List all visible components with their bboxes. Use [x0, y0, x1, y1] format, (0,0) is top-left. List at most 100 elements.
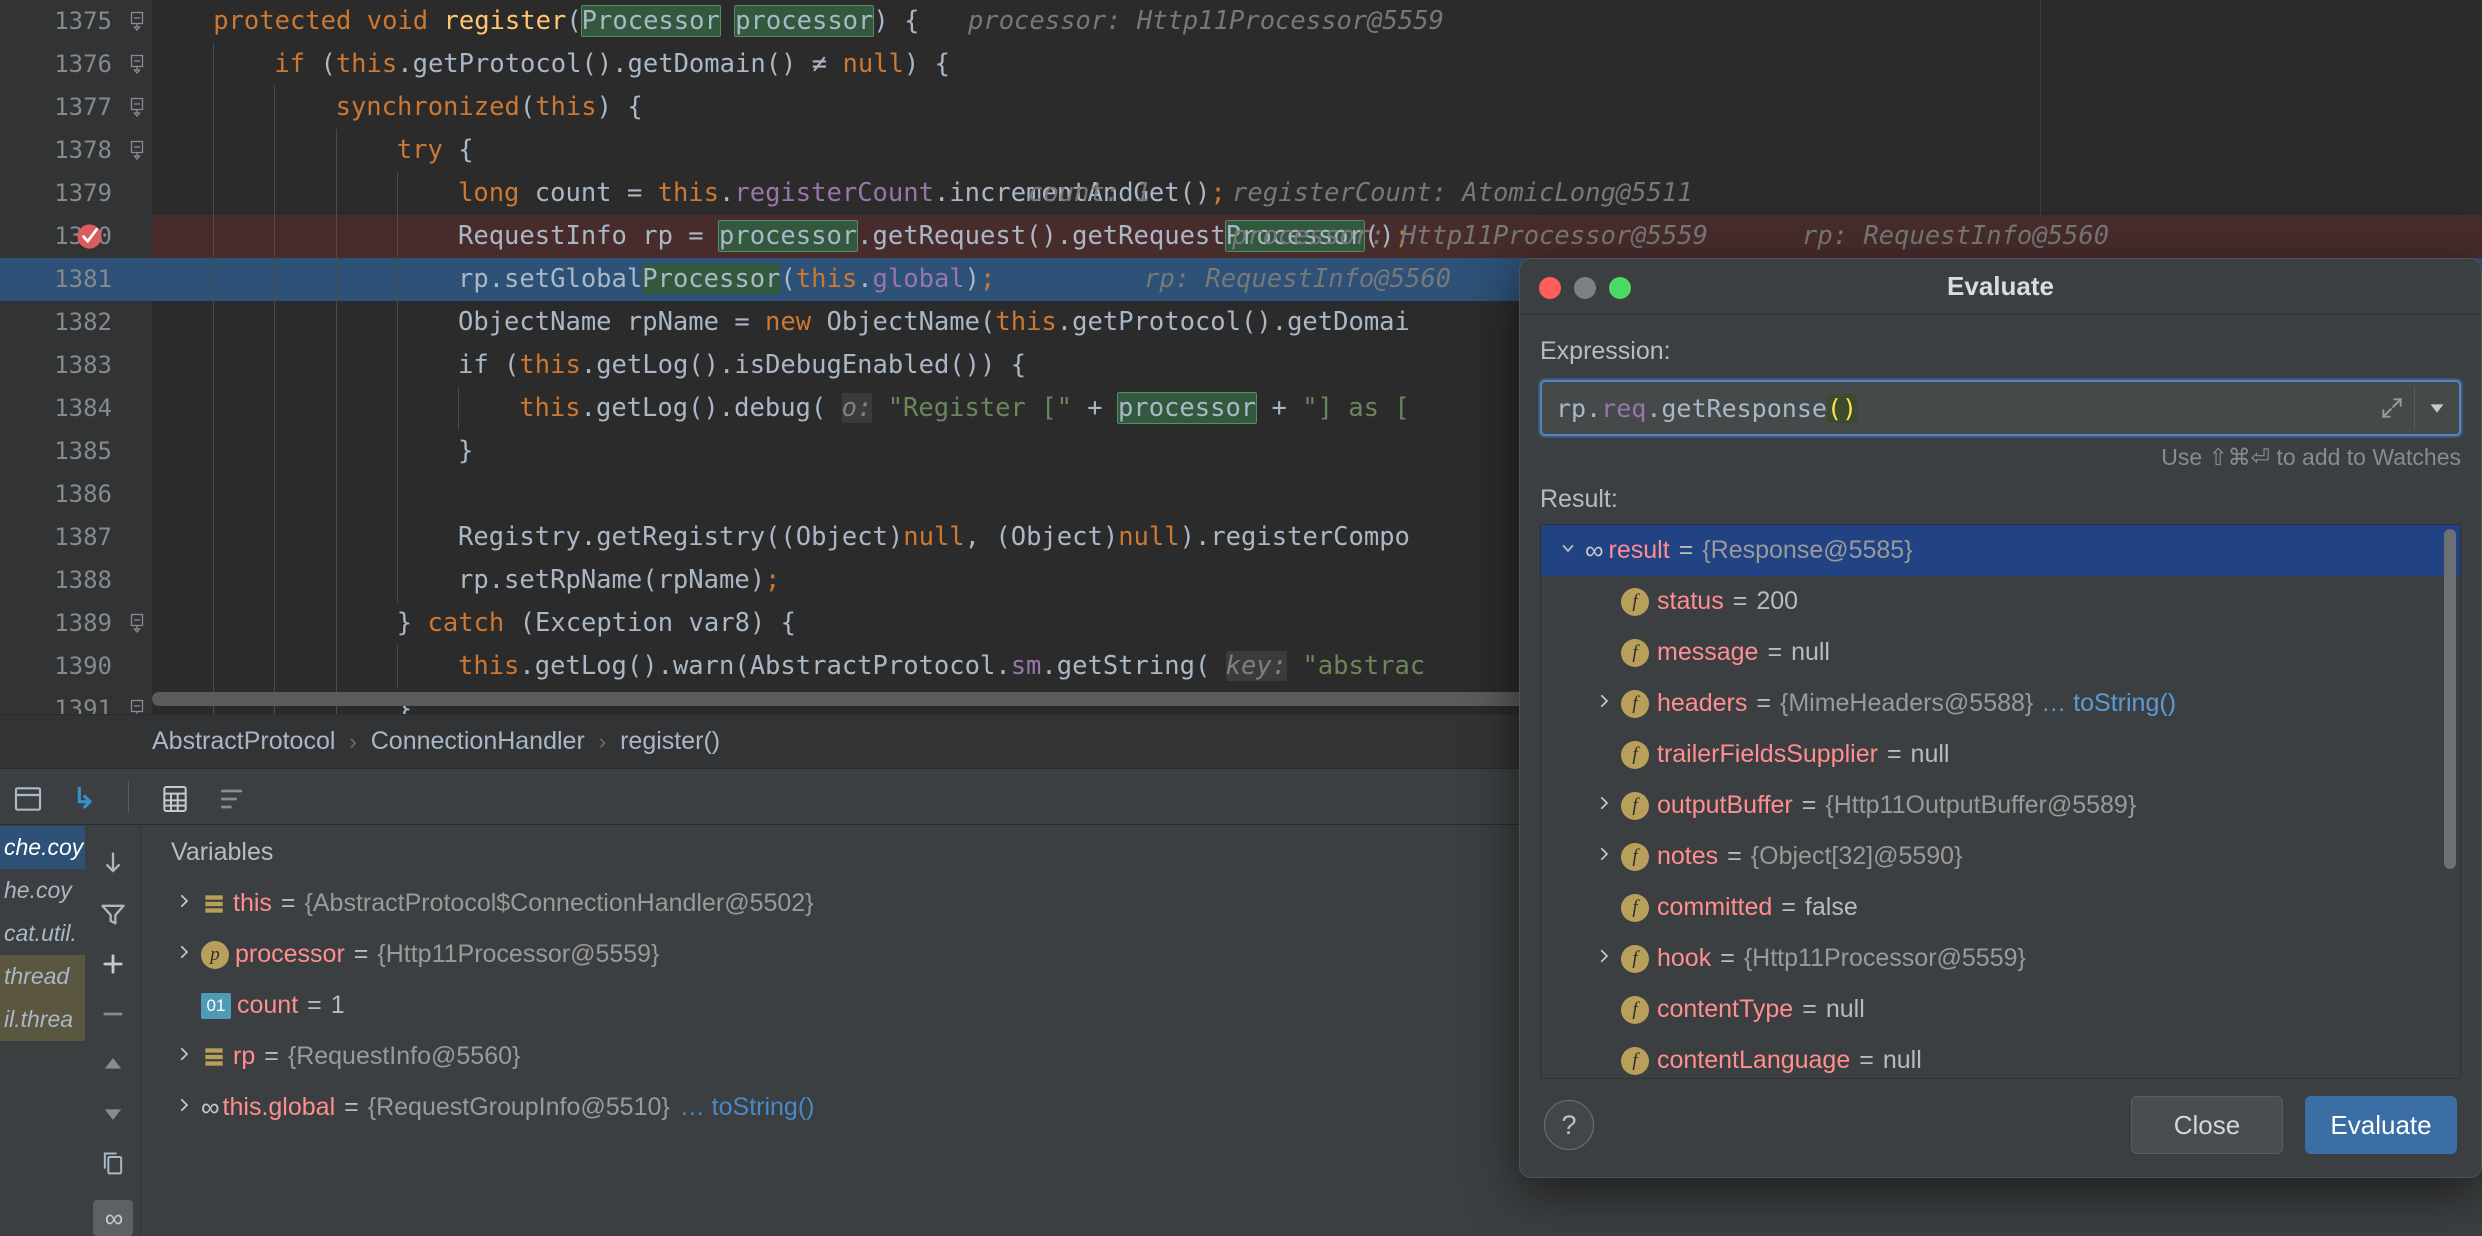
field-icon: f [1621, 638, 1649, 667]
result-tree[interactable]: ∞ result = {Response@5585} f status = 200 f messa… [1540, 524, 2461, 1079]
result-tree-row[interactable]: f message = null [1541, 627, 2460, 678]
expanded-chevron-icon[interactable] [1551, 539, 1585, 563]
dialog-titlebar[interactable]: Evaluate [1520, 259, 2481, 315]
frame-item[interactable]: thread [0, 955, 85, 998]
inline-debug-hint[interactable]: processor: Http11Processor@5559 [1232, 215, 1708, 258]
collapsed-chevron-icon[interactable] [167, 1096, 201, 1120]
frame-item[interactable]: he.coy [0, 869, 85, 912]
evaluate-button[interactable]: Evaluate [2305, 1096, 2457, 1154]
fold-marker-icon[interactable] [128, 43, 146, 86]
result-tree-row[interactable]: f trailerFieldsSupplier = null [1541, 729, 2460, 780]
inspect-icon[interactable]: ∞ [92, 1200, 133, 1236]
indent-guide [396, 172, 398, 215]
frames-panel[interactable]: che.coy he.coy cat.util. thread il.threa [0, 826, 85, 1236]
collapsed-chevron-icon[interactable] [1587, 794, 1621, 818]
code-line[interactable]: 1376 if (this.getProtocol().getDomain() ≠… [0, 43, 2482, 86]
collapsed-chevron-icon[interactable] [1587, 845, 1621, 869]
code-token: this [995, 307, 1057, 337]
minimize-window-button[interactable] [1574, 277, 1596, 299]
expression-input[interactable]: rp.req.getResponse() [1540, 380, 2461, 436]
indent-guide [335, 645, 337, 688]
step-down-icon[interactable] [99, 850, 127, 878]
close-button[interactable]: Close [2131, 1096, 2283, 1154]
indent-guide [274, 430, 276, 473]
result-tree-row[interactable]: f status = 200 [1541, 576, 2460, 627]
frames-list[interactable]: che.coy he.coy cat.util. thread il.threa [0, 826, 85, 1236]
inline-debug-hint[interactable]: registerCount: AtomicLong@5511 [1232, 172, 1693, 215]
code-token: ( [780, 264, 796, 294]
collapsed-chevron-icon[interactable] [1587, 947, 1621, 971]
close-window-button[interactable] [1539, 277, 1561, 299]
sort-icon[interactable] [217, 783, 245, 811]
dialog-footer: ? Close Evaluate [1520, 1073, 2481, 1177]
mute-breakpoints-icon[interactable] [70, 783, 98, 811]
result-tree-row[interactable]: ∞ result = {Response@5585} [1541, 525, 2460, 576]
help-button[interactable]: ? [1544, 1100, 1594, 1150]
indent-guide [396, 387, 398, 430]
frame-item[interactable]: cat.util. [0, 912, 85, 955]
inline-debug-hint[interactable]: count: 1 [1028, 172, 1151, 215]
calculator-icon[interactable] [159, 783, 187, 812]
result-tree-row[interactable]: f headers = {MimeHeaders@5588}… toString() [1541, 678, 2460, 729]
code-line[interactable]: 1377 synchronized(this) { [0, 86, 2482, 129]
indent-guide [274, 602, 276, 645]
move-up-icon[interactable] [99, 1050, 127, 1078]
expand-editor-icon[interactable] [2370, 382, 2414, 434]
collapsed-chevron-icon[interactable] [167, 1045, 201, 1069]
expression-text[interactable]: rp.req.getResponse() [1542, 393, 2370, 423]
remove-watch-icon[interactable] [99, 1000, 127, 1028]
inline-debug-hint[interactable]: rp: RequestInfo@5560 [1802, 215, 2109, 258]
result-tree-row[interactable]: f committed = false [1541, 882, 2460, 933]
result-tree-scrollbar[interactable] [2444, 529, 2456, 869]
fold-marker-icon[interactable] [128, 0, 146, 43]
result-tree-row[interactable]: f outputBuffer = {Http11OutputBuffer@5589} [1541, 780, 2460, 831]
collapsed-chevron-icon[interactable] [167, 943, 201, 967]
variables-toolbar[interactable]: ∞ [85, 826, 141, 1236]
field-icon: f [1621, 689, 1649, 718]
code-text: if (this.getProtocol().getDomain() ≠ nul… [274, 43, 950, 86]
breadcrumb-item[interactable]: AbstractProtocol [152, 727, 335, 756]
frame-item[interactable]: il.threa [0, 998, 85, 1041]
tostring-link[interactable]: … toString() [680, 1093, 815, 1122]
filter-icon[interactable] [99, 900, 127, 928]
breadcrumb-item[interactable]: ConnectionHandler [371, 727, 585, 756]
move-down-icon[interactable] [99, 1100, 127, 1128]
collapsed-chevron-icon[interactable] [1587, 692, 1621, 716]
indent-guide [335, 473, 337, 516]
equals-sign: = [1727, 842, 1742, 870]
fold-marker-icon[interactable] [128, 602, 146, 645]
result-field-value: null [1825, 995, 1865, 1023]
maximize-window-button[interactable] [1609, 277, 1631, 299]
tostring-link[interactable]: … toString() [2041, 689, 2176, 718]
result-tree-rows[interactable]: ∞ result = {Response@5585} f status = 200 f messa… [1541, 525, 2460, 1078]
equals-sign: = [353, 940, 369, 968]
add-watch-icon[interactable] [99, 950, 127, 978]
fold-marker-icon[interactable] [128, 86, 146, 129]
result-tree-row[interactable]: f hook = {Http11Processor@5559} [1541, 933, 2460, 984]
breakpoint-icon[interactable] [75, 222, 104, 251]
copy-icon[interactable] [99, 1150, 127, 1178]
dialog-body: Expression: rp.req.getResponse() Use ⇧⌘⏎… [1520, 315, 2481, 1177]
fold-marker-icon[interactable] [128, 129, 146, 172]
inline-debug-hint[interactable]: rp: RequestInfo@5560 [1144, 258, 1451, 301]
chevron-down-icon[interactable] [2415, 382, 2459, 434]
code-line[interactable]: 1375 protected void register(Processor pr… [0, 0, 2482, 43]
result-tree-row[interactable]: f contentType = null [1541, 984, 2460, 1035]
breadcrumb-item[interactable]: register() [620, 727, 720, 756]
evaluate-dialog[interactable]: Evaluate Expression: rp.req.getResponse(… [1519, 258, 2482, 1178]
code-token: rp.setRpName(rpName) [458, 565, 766, 595]
code-line[interactable]: 1378 try { [0, 129, 2482, 172]
collapsed-chevron-icon[interactable] [167, 892, 201, 916]
result-tree-row[interactable]: f notes = {Object[32]@5590} [1541, 831, 2460, 882]
code-token: null [903, 522, 965, 552]
frame-item[interactable]: che.coy [0, 826, 85, 869]
layout-icon[interactable] [12, 783, 42, 811]
indent-guide [396, 301, 398, 344]
code-token: register [443, 6, 567, 36]
inline-debug-hint[interactable]: processor: Http11Processor@5559 [968, 0, 1444, 43]
code-token: } [458, 436, 474, 466]
code-line[interactable]: 1379 long count = this.registerCount.incr… [0, 172, 2482, 215]
variable-value: {Http11Processor@5559} [377, 940, 660, 968]
code-token: ( [519, 92, 536, 122]
code-line[interactable]: 1380RequestInfo rp = processor.getReques… [0, 215, 2482, 258]
